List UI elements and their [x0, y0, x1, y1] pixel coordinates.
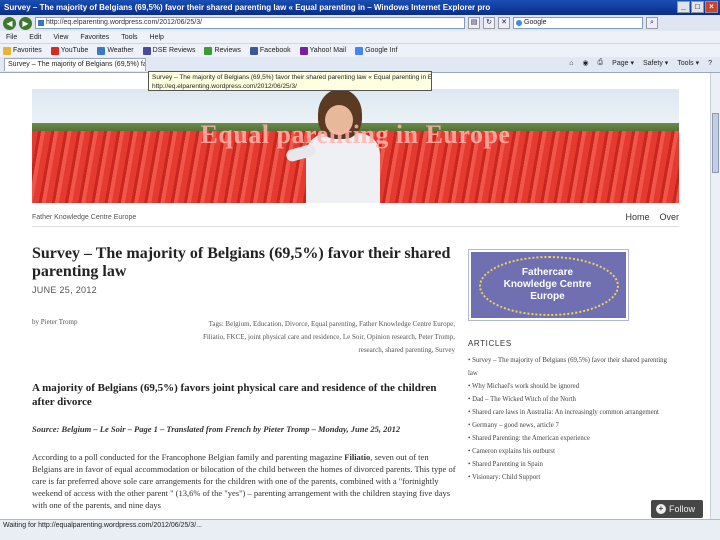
print-icon[interactable]: ⎙: [598, 59, 604, 67]
menu-favorites[interactable]: Favorites: [80, 34, 109, 41]
nav-over[interactable]: Over: [659, 212, 679, 222]
maximize-button[interactable]: □: [691, 1, 704, 13]
body-intro: According to a poll conducted for the Fr…: [32, 452, 345, 462]
menu-help[interactable]: Help: [150, 34, 164, 41]
post-subheading: A majority of Belgians (69,5%) favors jo…: [32, 382, 437, 408]
close-button[interactable]: ×: [705, 1, 718, 13]
page-icon: [142, 46, 151, 55]
post-source: Source: Belgium – Le Soir – Page 1 – Tra…: [32, 424, 401, 434]
youtube-icon: [50, 46, 59, 55]
article-link[interactable]: • Visionary: Child Support: [468, 471, 678, 484]
forward-button[interactable]: ▶: [19, 16, 32, 30]
search-value: Google: [524, 19, 547, 26]
back-button[interactable]: ◀: [3, 16, 16, 30]
article-link[interactable]: • Survey – The majority of Belgians (69,…: [468, 354, 678, 380]
page-menu[interactable]: Page ▾: [612, 59, 634, 67]
google-icon: [516, 20, 522, 26]
menu-view[interactable]: View: [53, 34, 68, 41]
favorites-bar: Favorites YouTube Weather DSE Reviews Re…: [0, 43, 720, 57]
address-row: ◀ ▶ http://eq.elparenting.wordpress.com/…: [0, 15, 720, 31]
article-link[interactable]: • Cameron explains his outburst: [468, 445, 678, 458]
fathercare-logo[interactable]: Fathercare Knowledge Centre Europe: [468, 249, 629, 321]
favorites-item-weather[interactable]: Weather: [97, 46, 134, 55]
article-link[interactable]: • Shared Parenting: the American experie…: [468, 432, 678, 445]
stop-icon[interactable]: ✕: [498, 17, 510, 29]
address-url: http://eq.elparenting.wordpress.com/2012…: [46, 19, 203, 26]
favorites-item-dse-reviews[interactable]: DSE Reviews: [142, 46, 195, 55]
facebook-icon: [249, 46, 258, 55]
address-bar[interactable]: http://eq.elparenting.wordpress.com/2012…: [35, 17, 465, 29]
help-icon[interactable]: ?: [708, 60, 712, 67]
minimize-button[interactable]: _: [677, 1, 690, 13]
post-byline[interactable]: by Pieter Tromp: [32, 318, 78, 326]
feeds-icon[interactable]: ◉: [582, 59, 588, 67]
window-title: Survey – The majority of Belgians (69,5%…: [4, 3, 491, 12]
weather-icon: [97, 46, 106, 55]
articles-heading: ARTICLES: [468, 339, 512, 348]
site-title[interactable]: Equal parenting in Europe: [32, 120, 679, 150]
favorites-item-google[interactable]: Google Inf: [355, 46, 397, 55]
article-link[interactable]: • Shared care laws in Australia: An incr…: [468, 406, 678, 419]
search-box[interactable]: Google: [513, 17, 643, 29]
header-image[interactable]: Equal parenting in Europe: [32, 89, 679, 203]
tab-survey[interactable]: Survey – The majority of Belgians (69,5%…: [4, 58, 146, 71]
refresh-icon[interactable]: ↻: [483, 17, 495, 29]
home-icon[interactable]: ⌂: [569, 60, 573, 67]
window-controls: _ □ ×: [677, 1, 718, 13]
article-link[interactable]: • Germany – good news, article 7: [468, 419, 678, 432]
logo-text: Fathercare Knowledge Centre Europe: [503, 267, 592, 302]
safety-menu[interactable]: Safety ▾: [643, 59, 668, 67]
favorites-item-yahoo-mail[interactable]: Yahoo! Mail: [299, 46, 346, 55]
site-tagline: Father Knowledge Centre Europe: [32, 214, 137, 221]
article-link[interactable]: • Dad – The Wicked Witch of the North: [468, 393, 678, 406]
browser-window: Survey – The majority of Belgians (69,5%…: [0, 0, 720, 540]
plus-icon: +: [656, 504, 666, 514]
tooltip-url: http://eq.elparenting.wordpress.com/2012…: [152, 83, 297, 90]
page-content: Equal parenting in Europe Father Knowled…: [0, 73, 710, 519]
status-text: Waiting for http://equalparenting.wordpr…: [3, 522, 202, 529]
site-nav: Father Knowledge Centre Europe Home Over: [32, 211, 679, 227]
nav-home[interactable]: Home: [625, 212, 649, 222]
menu-edit[interactable]: Edit: [29, 34, 41, 41]
status-bar: Waiting for http://equalparenting.wordpr…: [0, 519, 720, 540]
follow-label: Follow: [669, 504, 696, 514]
star-icon: [3, 46, 11, 55]
post-tags[interactable]: Tags: Belgium, Education, Divorce, Equal…: [192, 318, 455, 357]
follow-button[interactable]: + Follow: [651, 500, 703, 518]
google-icon: [355, 46, 364, 55]
window-titlebar: Survey – The majority of Belgians (69,5%…: [0, 0, 720, 15]
tools-menu[interactable]: Tools ▾: [677, 59, 699, 67]
site-menu: Home Over: [625, 212, 679, 222]
articles-list: • Survey – The majority of Belgians (69,…: [468, 354, 678, 484]
post-title[interactable]: Survey – The majority of Belgians (69,5%…: [32, 245, 457, 281]
link-tooltip: Survey – The majority of Belgians (69,5%…: [148, 71, 432, 91]
magazine-link[interactable]: Filiatio: [344, 452, 370, 462]
favorites-item-youtube[interactable]: YouTube: [50, 46, 88, 55]
compatibility-view-icon[interactable]: ▤: [468, 17, 480, 29]
favorites-item-facebook[interactable]: Facebook: [249, 46, 291, 55]
vertical-scrollbar[interactable]: [710, 73, 720, 519]
page-icon: [204, 46, 213, 55]
page-favicon-icon: [38, 20, 44, 26]
search-icon[interactable]: ⌕: [646, 17, 658, 29]
article-link[interactable]: • Why Michael's work should be ignored: [468, 380, 678, 393]
article-link[interactable]: • Shared Parenting in Spain: [468, 458, 678, 471]
mail-icon: [299, 46, 308, 55]
favorites-item-reviews[interactable]: Reviews: [204, 46, 241, 55]
post-date: JUNE 25, 2012: [32, 285, 97, 295]
menu-file[interactable]: File: [6, 34, 17, 41]
tooltip-title: Survey – The majority of Belgians (69,5%…: [152, 74, 432, 81]
scrollbar-thumb[interactable]: [712, 113, 719, 173]
post-body: According to a poll conducted for the Fr…: [32, 451, 457, 511]
menu-tools[interactable]: Tools: [121, 34, 137, 41]
sidebar: Fathercare Knowledge Centre Europe ARTIC…: [468, 249, 668, 484]
post: Survey – The majority of Belgians (69,5%…: [32, 245, 457, 510]
command-bar: ⌂ ◉ ⎙ Page ▾ Safety ▾ Tools ▾ ?: [569, 59, 712, 67]
favorites-item-favorites[interactable]: Favorites: [3, 46, 42, 55]
menu-bar: File Edit View Favorites Tools Help: [0, 31, 720, 43]
